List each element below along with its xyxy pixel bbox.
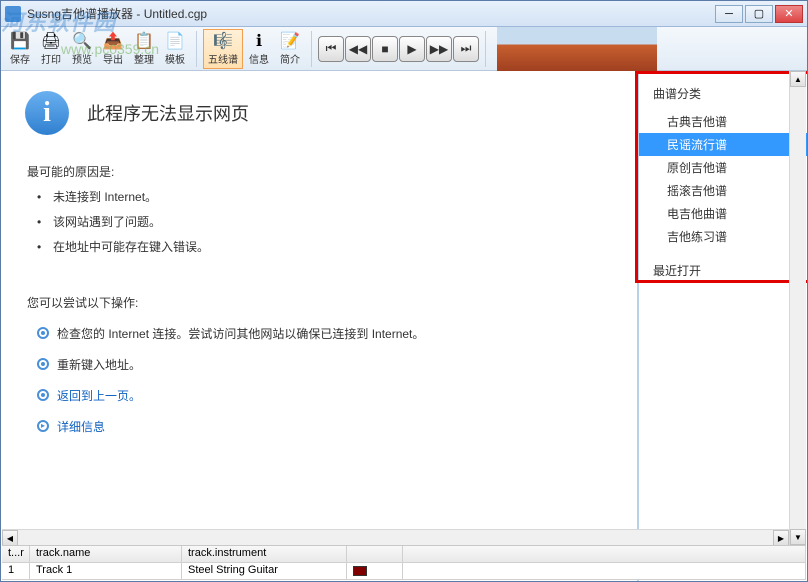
stop-button[interactable]: ■ [372, 36, 398, 62]
recent-header: 最近打开 [639, 258, 807, 283]
cell-num: 1 [2, 563, 30, 580]
track-table: t...r track.name track.instrument 1 Trac… [2, 545, 806, 580]
info-circle-icon: i [25, 91, 69, 135]
action-list: 检查您的 Internet 连接。尝试访问其他网站以确保已连接到 Interne… [25, 325, 613, 435]
cause-item: 未连接到 Internet。 [37, 188, 613, 207]
col-header-instrument[interactable]: track.instrument [182, 546, 347, 563]
window-controls: ─ ▢ ✕ [715, 5, 803, 23]
template-button[interactable]: 📄模板 [160, 29, 190, 69]
col-header-color[interactable] [347, 546, 403, 563]
scroll-down-button[interactable]: ▼ [790, 529, 806, 545]
scroll-left-button[interactable]: ◀ [2, 530, 18, 546]
main-pane: i 此程序无法显示网页 最可能的原因是: 未连接到 Internet。 该网站遇… [1, 71, 637, 581]
content-area: i 此程序无法显示网页 最可能的原因是: 未连接到 Internet。 该网站遇… [1, 71, 807, 581]
info-icon: ℹ [249, 31, 269, 51]
cell-color [347, 563, 403, 580]
template-icon: 📄 [165, 31, 185, 51]
info-button[interactable]: ℹ信息 [244, 29, 274, 69]
close-button[interactable]: ✕ [775, 5, 803, 23]
sidebar: 曲谱分类 古典吉他谱 民谣流行谱 原创吉他谱 摇滚吉他谱 电吉他曲谱 吉他练习谱… [637, 71, 807, 581]
category-item-classical[interactable]: 古典吉他谱 [639, 110, 807, 133]
bullet-icon [37, 389, 49, 401]
category-list: 古典吉他谱 民谣流行谱 原创吉他谱 摇滚吉他谱 电吉他曲谱 吉他练习谱 [639, 110, 807, 248]
action-check: 检查您的 Internet 连接。尝试访问其他网站以确保已连接到 Interne… [37, 325, 613, 342]
expand-icon[interactable] [37, 420, 49, 432]
media-controls: ⏮ ◀◀ ■ ▶ ▶▶ ⏭ [318, 36, 479, 62]
vertical-scrollbar[interactable]: ▲ ▼ [789, 71, 806, 545]
last-button[interactable]: ⏭ [453, 36, 479, 62]
category-item-practice[interactable]: 吉他练习谱 [639, 225, 807, 248]
scroll-up-button[interactable]: ▲ [790, 71, 806, 87]
bullet-icon [37, 327, 49, 339]
category-item-original[interactable]: 原创吉他谱 [639, 156, 807, 179]
staff-button[interactable]: 🎼五线谱 [203, 29, 243, 69]
cause-item: 该网站遇到了问题。 [37, 213, 613, 232]
next-button[interactable]: ▶▶ [426, 36, 452, 62]
title-bar: Susng吉他谱播放器 - Untitled.cgp ─ ▢ ✕ [1, 1, 807, 27]
watermark-logo: 河东软件园 [1, 5, 116, 37]
banner-image [497, 27, 657, 71]
action-back: 返回到上一页。 [37, 387, 613, 404]
causes-list: 未连接到 Internet。 该网站遇到了问题。 在地址中可能存在键入错误。 [25, 188, 613, 258]
table-row[interactable]: 1 Track 1 Steel String Guitar [2, 563, 806, 580]
brief-icon: 📝 [280, 31, 300, 51]
bullet-icon [37, 358, 49, 370]
app-window: 河东软件园 www.pc0359.cn Susng吉他谱播放器 - Untitl… [0, 0, 808, 582]
causes-label: 最可能的原因是: [27, 163, 613, 180]
category-header: 曲谱分类 [639, 81, 807, 106]
try-label: 您可以尝试以下操作: [27, 294, 613, 311]
brief-button[interactable]: 📝简介 [275, 29, 305, 69]
col-header-num[interactable]: t...r [2, 546, 30, 563]
minimize-button[interactable]: ─ [715, 5, 743, 23]
prev-button[interactable]: ◀◀ [345, 36, 371, 62]
maximize-button[interactable]: ▢ [745, 5, 773, 23]
action-retype: 重新键入地址。 [37, 356, 613, 373]
col-header-rest[interactable] [403, 546, 806, 563]
window-title: Susng吉他谱播放器 - Untitled.cgp [27, 5, 715, 22]
staff-icon: 🎼 [213, 31, 233, 51]
col-header-name[interactable]: track.name [30, 546, 182, 563]
category-item-electric[interactable]: 电吉他曲谱 [639, 202, 807, 225]
category-item-folk[interactable]: 民谣流行谱 [639, 133, 807, 156]
play-button[interactable]: ▶ [399, 36, 425, 62]
scroll-right-button[interactable]: ▶ [773, 530, 789, 546]
cell-name: Track 1 [30, 563, 182, 580]
cell-instrument: Steel String Guitar [182, 563, 347, 580]
action-details: 详细信息 [37, 418, 613, 435]
first-button[interactable]: ⏮ [318, 36, 344, 62]
cause-item: 在地址中可能存在键入错误。 [37, 238, 613, 257]
error-title: 此程序无法显示网页 [87, 100, 249, 126]
watermark-url: www.pc0359.cn [61, 41, 159, 57]
table-header-row: t...r track.name track.instrument [2, 546, 806, 563]
cell-rest [403, 563, 806, 580]
category-item-rock[interactable]: 摇滚吉他谱 [639, 179, 807, 202]
color-swatch[interactable] [353, 566, 367, 576]
horizontal-scrollbar[interactable]: ◀ ▶ [2, 529, 789, 545]
